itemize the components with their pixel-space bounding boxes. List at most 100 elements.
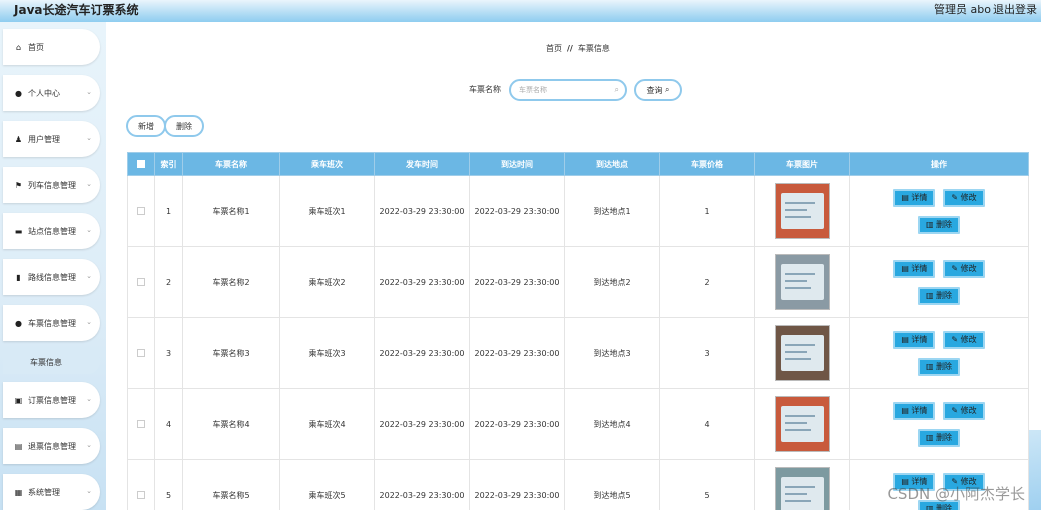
bar-chart-icon: ▮ [16,272,21,282]
row-checkbox[interactable] [137,278,145,286]
sidebar-subitem-ticket-info[interactable]: 车票信息 [3,350,100,374]
cell-actions: ▤ 详情 ✎ 修改 ▥ 删除 [849,246,1029,318]
chevron-down-icon: ⌄ [86,88,92,96]
table-row: 4 车票名称4 乘车班次4 2022-03-29 23:30:00 2022-03-29… [127,388,1029,460]
edit-button[interactable]: ✎ 修改 [943,188,985,207]
sidebar-item[interactable]: ▤ 退票信息管理 ⌄ [3,428,100,464]
cell-name: 车票名称5 [182,459,280,510]
sidebar-item[interactable]: ▮ 路线信息管理 ⌄ [3,259,100,295]
cell-shift: 乘车班次4 [279,388,375,460]
cell-place: 到达地点2 [564,246,660,318]
detail-button-label: 详情 [911,264,928,273]
cell-arrive: 2022-03-29 23:30:00 [469,317,565,389]
edit-button[interactable]: ✎ 修改 [943,259,985,278]
row-checkbox[interactable] [137,349,145,357]
row-checkbox[interactable] [137,491,145,499]
cell-depart: 2022-03-29 23:30:00 [374,175,470,247]
sidebar-item[interactable]: ▬ 站点信息管理 ⌄ [3,213,100,249]
delete-button[interactable]: ▥ 删除 [917,286,961,305]
calendar-icon: ▣ [14,395,23,405]
cell-name: 车票名称1 [182,175,280,247]
add-button[interactable]: 新增 [126,115,166,137]
row-select-cell[interactable] [127,317,155,389]
search-icon: ⌕ [665,85,670,94]
chevron-down-icon: ⌄ [86,395,92,403]
trash-icon: ▥ [925,291,934,300]
detail-button[interactable]: ▤ 详情 [893,330,936,349]
ticket-image[interactable] [774,467,830,510]
detail-button[interactable]: ▤ 详情 [893,259,936,278]
chevron-down-icon: ⌄ [86,134,92,142]
delete-button[interactable]: ▥ 删除 [917,215,961,234]
sidebar: ⌂ 首页 ● 个人中心 ⌄ ♟ 用户管理 ⌄ ⚑ 列车信息管理 ⌄ ▬ 站点信息管理 ⌄ ▮ 路线信息管理 ⌄ ●… [0,22,106,510]
cell-image [754,246,850,318]
edit-button-label: 修改 [960,193,977,202]
pencil-icon: ✎ [951,335,959,344]
row-select-cell[interactable] [127,246,155,318]
bulk-delete-button-label: 删除 [176,121,192,131]
top-header: Java长途汽车订票系统 管理员 abo 退出登录 [0,0,1041,22]
cell-place: 到达地点5 [564,459,660,510]
cell-actions: ▤ 详情 ✎ 修改 ▥ 删除 [849,175,1029,247]
edit-button[interactable]: ✎ 修改 [943,401,985,420]
users-icon: ♟ [14,134,23,144]
query-button[interactable]: 查询 ⌕ [634,79,682,101]
column-header: 到达时间 [469,152,565,176]
delete-button-label: 删除 [936,362,953,371]
chevron-down-icon: ⌄ [86,441,92,449]
sidebar-item[interactable]: ▦ 系统管理 ⌄ [3,474,100,510]
delete-button[interactable]: ▥ 删除 [917,428,961,447]
delete-button-label: 删除 [936,433,953,442]
sidebar-item[interactable]: ● 车票信息管理 ⌄ [3,305,100,341]
row-select-cell[interactable] [127,175,155,247]
cell-shift: 乘车班次3 [279,317,375,389]
detail-button[interactable]: ▤ 详情 [893,401,936,420]
chevron-down-icon: ⌄ [86,226,92,234]
bulk-delete-button[interactable]: 删除 [164,115,204,137]
column-header: 车票图片 [754,152,850,176]
edit-button-label: 修改 [960,264,977,273]
cell-shift: 乘车班次1 [279,175,375,247]
pencil-icon: ✎ [951,406,959,415]
breadcrumb-home[interactable]: 首页 [546,44,562,53]
sidebar-item-label: 首页 [28,42,44,52]
delete-button[interactable]: ▥ 删除 [917,357,961,376]
location-pin-icon: ● [15,318,22,328]
cell-place: 到达地点3 [564,317,660,389]
cell-depart: 2022-03-29 23:30:00 [374,459,470,510]
ticket-image[interactable] [774,325,830,381]
sidebar-item[interactable]: ♟ 用户管理 ⌄ [3,121,100,157]
ticket-image[interactable] [774,254,830,310]
logout-link[interactable]: 退出登录 [993,1,1037,17]
detail-button[interactable]: ▤ 详情 [893,188,936,207]
cell-actions: ▤ 详情 ✎ 修改 ▥ 删除 [849,317,1029,389]
row-checkbox[interactable] [137,207,145,215]
row-select-cell[interactable] [127,459,155,510]
header-select-all[interactable] [127,152,155,176]
trash-icon: ▥ [925,504,934,510]
breadcrumb-separator: // [567,44,573,53]
select-all-checkbox[interactable] [137,160,145,168]
home-icon: ⌂ [15,42,22,52]
main-content: 首页 // 车票信息 车票名称 车票名称 ⌕ 查询 ⌕ 新增 删除 索引 车票名称 … [106,22,1041,510]
breadcrumb-current: 车票信息 [577,44,610,53]
sidebar-item[interactable]: ⌂ 首页 [3,29,100,65]
sidebar-item-label: 车票信息管理 [28,318,76,328]
cell-index: 2 [154,246,183,318]
edit-button-label: 修改 [960,406,977,415]
sidebar-item[interactable]: ● 个人中心 ⌄ [3,75,100,111]
ticket-image[interactable] [774,183,830,239]
column-header: 车票名称 [182,152,280,176]
sidebar-item[interactable]: ⚑ 列车信息管理 ⌄ [3,167,100,203]
column-header: 发车时间 [374,152,470,176]
ticket-image[interactable] [774,396,830,452]
search-input[interactable]: 车票名称 ⌕ [509,79,627,101]
sidebar-item[interactable]: ▣ 订票信息管理 ⌄ [3,382,100,418]
row-checkbox[interactable] [137,420,145,428]
row-select-cell[interactable] [127,388,155,460]
current-user: 管理员 abo [934,3,991,16]
document-icon: ▤ [901,193,909,202]
edit-button[interactable]: ✎ 修改 [943,330,985,349]
cell-price: 2 [659,246,755,318]
search-label: 车票名称 [469,85,501,94]
